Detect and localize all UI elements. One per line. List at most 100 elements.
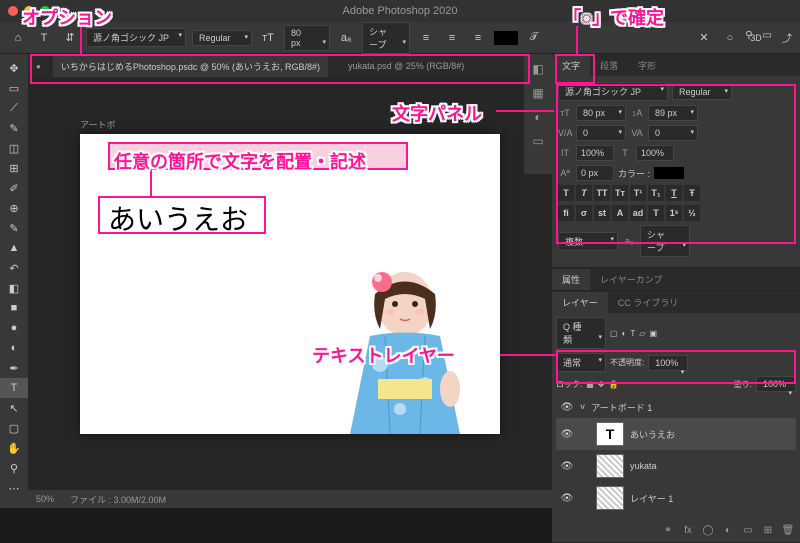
paragraph-tab[interactable]: 段落 bbox=[590, 55, 628, 76]
char-color-swatch[interactable] bbox=[654, 167, 684, 179]
visibility-icon[interactable]: 👁 bbox=[560, 429, 574, 440]
pen-tool[interactable]: ✒ bbox=[0, 358, 28, 378]
strike-button[interactable]: Ŧ bbox=[684, 185, 700, 201]
history-brush-tool[interactable]: ↶ bbox=[0, 258, 28, 278]
swatches-panel-icon[interactable]: ▦ bbox=[524, 82, 552, 104]
char-scale-v[interactable]: 100% bbox=[576, 145, 614, 161]
italic-button[interactable]: T bbox=[576, 185, 592, 201]
warp-text-icon[interactable]: 𝒯 bbox=[524, 28, 544, 48]
align-right-icon[interactable]: ≡ bbox=[468, 28, 488, 48]
color-panel-icon[interactable]: ◧ bbox=[524, 58, 552, 80]
char-va[interactable]: 0 bbox=[576, 125, 626, 141]
layer-comps-tab[interactable]: レイヤーカンプ bbox=[590, 269, 672, 290]
eyedropper-tool[interactable]: ✐ bbox=[0, 178, 28, 198]
ot-st[interactable]: st bbox=[594, 205, 610, 221]
disclosure-icon[interactable]: ˅ bbox=[580, 402, 585, 412]
workspace-icon[interactable]: ▭ bbox=[763, 30, 772, 45]
commit-button[interactable]: ○ bbox=[720, 28, 740, 48]
bold-button[interactable]: T bbox=[558, 185, 574, 201]
crop-tool[interactable]: ◫ bbox=[0, 138, 28, 158]
group-icon[interactable]: ▭ bbox=[740, 522, 756, 538]
filter-shape-icon[interactable]: ▱ bbox=[639, 329, 645, 338]
align-center-icon[interactable]: ≡ bbox=[442, 28, 462, 48]
filter-smart-icon[interactable]: ▣ bbox=[649, 329, 657, 338]
char-aa[interactable]: シャープ bbox=[640, 225, 690, 257]
text-content[interactable]: あいうえお bbox=[100, 196, 256, 240]
home-icon[interactable]: ⌂ bbox=[8, 28, 28, 48]
libraries-panel-icon[interactable]: ▭ bbox=[524, 130, 552, 152]
document-tab-other[interactable]: yukata.psd @ 25% (RGB/8#) bbox=[340, 57, 472, 75]
properties-tab[interactable]: 属性 bbox=[552, 269, 590, 290]
lock-all-icon[interactable]: 🔒 bbox=[609, 380, 619, 389]
artboard-group[interactable]: 👁 ˅ アートボード 1 bbox=[556, 396, 796, 418]
layers-tab[interactable]: レイヤー bbox=[552, 292, 608, 313]
delete-layer-icon[interactable]: 🗑 bbox=[780, 522, 796, 538]
zoom-tool[interactable]: ⚲ bbox=[0, 458, 28, 478]
search-icon[interactable]: ⚲ bbox=[745, 30, 752, 45]
layer-row[interactable]: 👁 yukata bbox=[556, 450, 796, 482]
layer-name[interactable]: あいうえお bbox=[630, 428, 675, 441]
char-leading[interactable]: 89 px bbox=[648, 105, 698, 121]
filter-image-icon[interactable]: ▢ bbox=[610, 329, 618, 338]
move-tool[interactable]: ✥ bbox=[0, 58, 28, 78]
lock-pixels-icon[interactable]: ▦ bbox=[586, 380, 594, 389]
filter-type-icon[interactable]: T bbox=[630, 329, 635, 338]
layer-name[interactable]: レイヤー 1 bbox=[630, 492, 673, 505]
ot-t[interactable]: T bbox=[648, 205, 664, 221]
smallcaps-button[interactable]: Tт bbox=[612, 185, 628, 201]
orientation-icon[interactable]: ⇵ bbox=[60, 28, 80, 48]
artboard[interactable]: アートボ あいうえお bbox=[80, 134, 500, 434]
frame-tool[interactable]: ⊞ bbox=[0, 158, 28, 178]
font-family-dropdown[interactable]: 源ノ角ゴシック JP bbox=[86, 28, 186, 47]
underline-button[interactable]: T bbox=[666, 185, 682, 201]
char-scale-h[interactable]: 100% bbox=[636, 145, 674, 161]
new-layer-icon[interactable]: ⊞ bbox=[760, 522, 776, 538]
layer-filter[interactable]: Q 種類 bbox=[556, 317, 606, 349]
gradient-tool[interactable]: ■ bbox=[0, 298, 28, 318]
text-color-swatch[interactable] bbox=[494, 31, 518, 45]
ot-a[interactable]: A bbox=[612, 205, 628, 221]
layer-style-icon[interactable]: fx bbox=[680, 522, 696, 538]
link-layers-icon[interactable]: ⚭ bbox=[660, 522, 676, 538]
share-icon[interactable]: ⤴ bbox=[782, 30, 792, 45]
char-tab[interactable]: 文字 bbox=[552, 55, 590, 76]
visibility-icon[interactable]: 👁 bbox=[560, 461, 574, 472]
ot-half[interactable]: ½ bbox=[684, 205, 700, 221]
adjustment-layer-icon[interactable]: ◐ bbox=[720, 522, 736, 538]
wand-tool[interactable]: ✎ bbox=[0, 118, 28, 138]
eraser-tool[interactable]: ◧ bbox=[0, 278, 28, 298]
glyphs-tab[interactable]: 字形 bbox=[628, 55, 666, 76]
layer-mask-icon[interactable]: ◯ bbox=[700, 522, 716, 538]
cancel-button[interactable]: ✕ bbox=[694, 28, 714, 48]
char-baseline[interactable]: 0 px bbox=[576, 165, 614, 181]
lasso-tool[interactable]: ⟋ bbox=[0, 98, 28, 118]
blur-tool[interactable]: ● bbox=[0, 318, 28, 338]
type-tool[interactable]: T bbox=[0, 378, 28, 398]
layer-name[interactable]: yukata bbox=[630, 461, 657, 471]
lock-position-icon[interactable]: ✥ bbox=[598, 380, 605, 389]
aa-dropdown[interactable]: シャープ bbox=[362, 22, 410, 54]
char-lang[interactable]: 複数 bbox=[558, 232, 618, 251]
window-controls[interactable] bbox=[8, 6, 50, 16]
canvas[interactable]: アートボ あいうえお bbox=[28, 78, 552, 490]
hand-tool[interactable]: ✋ bbox=[0, 438, 28, 458]
shape-tool[interactable]: ▢ bbox=[0, 418, 28, 438]
cc-libraries-tab[interactable]: CC ライブラリ bbox=[608, 292, 689, 313]
stamp-tool[interactable]: ▲ bbox=[0, 238, 28, 258]
minimize-window-icon[interactable] bbox=[24, 6, 34, 16]
brush-tool[interactable]: ✎ bbox=[0, 218, 28, 238]
char-kerning[interactable]: 0 bbox=[648, 125, 698, 141]
close-window-icon[interactable] bbox=[8, 6, 18, 16]
char-font-family[interactable]: 源ノ角ゴシック JP bbox=[558, 82, 668, 101]
fill-value[interactable]: 100% bbox=[756, 376, 796, 392]
ot-sigma[interactable]: σ bbox=[576, 205, 592, 221]
allcaps-button[interactable]: TT bbox=[594, 185, 610, 201]
layer-row[interactable]: 👁 T あいうえお bbox=[556, 418, 796, 450]
font-style-dropdown[interactable]: Regular bbox=[192, 30, 252, 46]
visibility-icon[interactable]: 👁 bbox=[560, 493, 574, 504]
ot-ad[interactable]: ad bbox=[630, 205, 646, 221]
visibility-icon[interactable]: 👁 bbox=[560, 402, 574, 413]
ot-1st[interactable]: 1ˢ bbox=[666, 205, 682, 221]
marquee-tool[interactable]: ▭ bbox=[0, 78, 28, 98]
blend-mode[interactable]: 通常 bbox=[556, 353, 606, 372]
